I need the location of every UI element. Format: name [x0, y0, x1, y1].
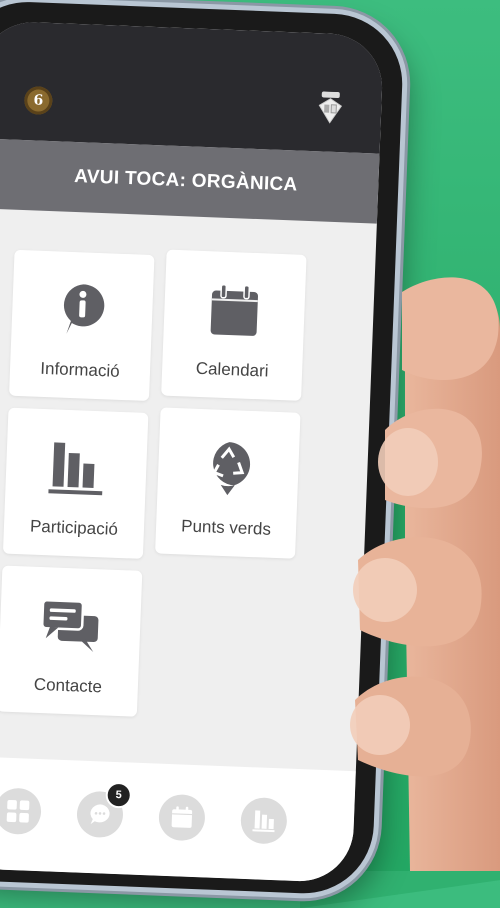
- city-seal-icon: 6: [23, 86, 53, 116]
- grid-icon: [6, 799, 30, 823]
- calendar-icon: [208, 281, 260, 339]
- tile-label: Punts verds: [180, 516, 272, 539]
- tile-participacio[interactable]: Participació: [2, 407, 149, 559]
- bar-chart-icon: [48, 439, 104, 497]
- barcelona-shield-icon: [317, 91, 344, 124]
- nav-calendar-button[interactable]: [158, 793, 206, 842]
- tile-label: Informació: [40, 358, 121, 381]
- tile-calendari[interactable]: Calendari: [161, 249, 307, 401]
- menu-grid: Informació Calendari Participació Punts …: [0, 230, 333, 717]
- tile-label: Participació: [29, 516, 119, 539]
- notification-badge: 5: [105, 781, 133, 809]
- page-title: AVUI TOCA: ORGÀNICA: [73, 165, 298, 196]
- bottom-nav: 5: [0, 755, 356, 884]
- nav-participation-button[interactable]: [239, 796, 288, 845]
- tile-label: Calendari: [195, 358, 269, 381]
- bar-chart-icon: [252, 810, 275, 833]
- tile-informacio[interactable]: Informació: [8, 249, 155, 401]
- chat-icon: [39, 597, 101, 655]
- tile-punts-verds[interactable]: Punts verds: [155, 407, 301, 559]
- app-screen: 6 AVUI TOCA: ORGÀNICA Informació Calenda…: [0, 20, 385, 884]
- nav-messages-button[interactable]: 5: [76, 781, 133, 839]
- nav-home-button[interactable]: [0, 787, 42, 836]
- chat-icon: [90, 804, 110, 825]
- city-seal-number: 6: [33, 92, 44, 109]
- phone-frame: 6 AVUI TOCA: ORGÀNICA Informació Calenda…: [0, 0, 405, 896]
- title-bar: AVUI TOCA: ORGÀNICA: [0, 138, 380, 224]
- tile-label: Contacte: [33, 674, 103, 697]
- tile-contacte[interactable]: Contacte: [0, 565, 143, 717]
- info-icon: [58, 282, 106, 340]
- recycle-icon: [202, 439, 254, 497]
- calendar-icon: [171, 806, 193, 828]
- app-header: 6: [0, 20, 385, 154]
